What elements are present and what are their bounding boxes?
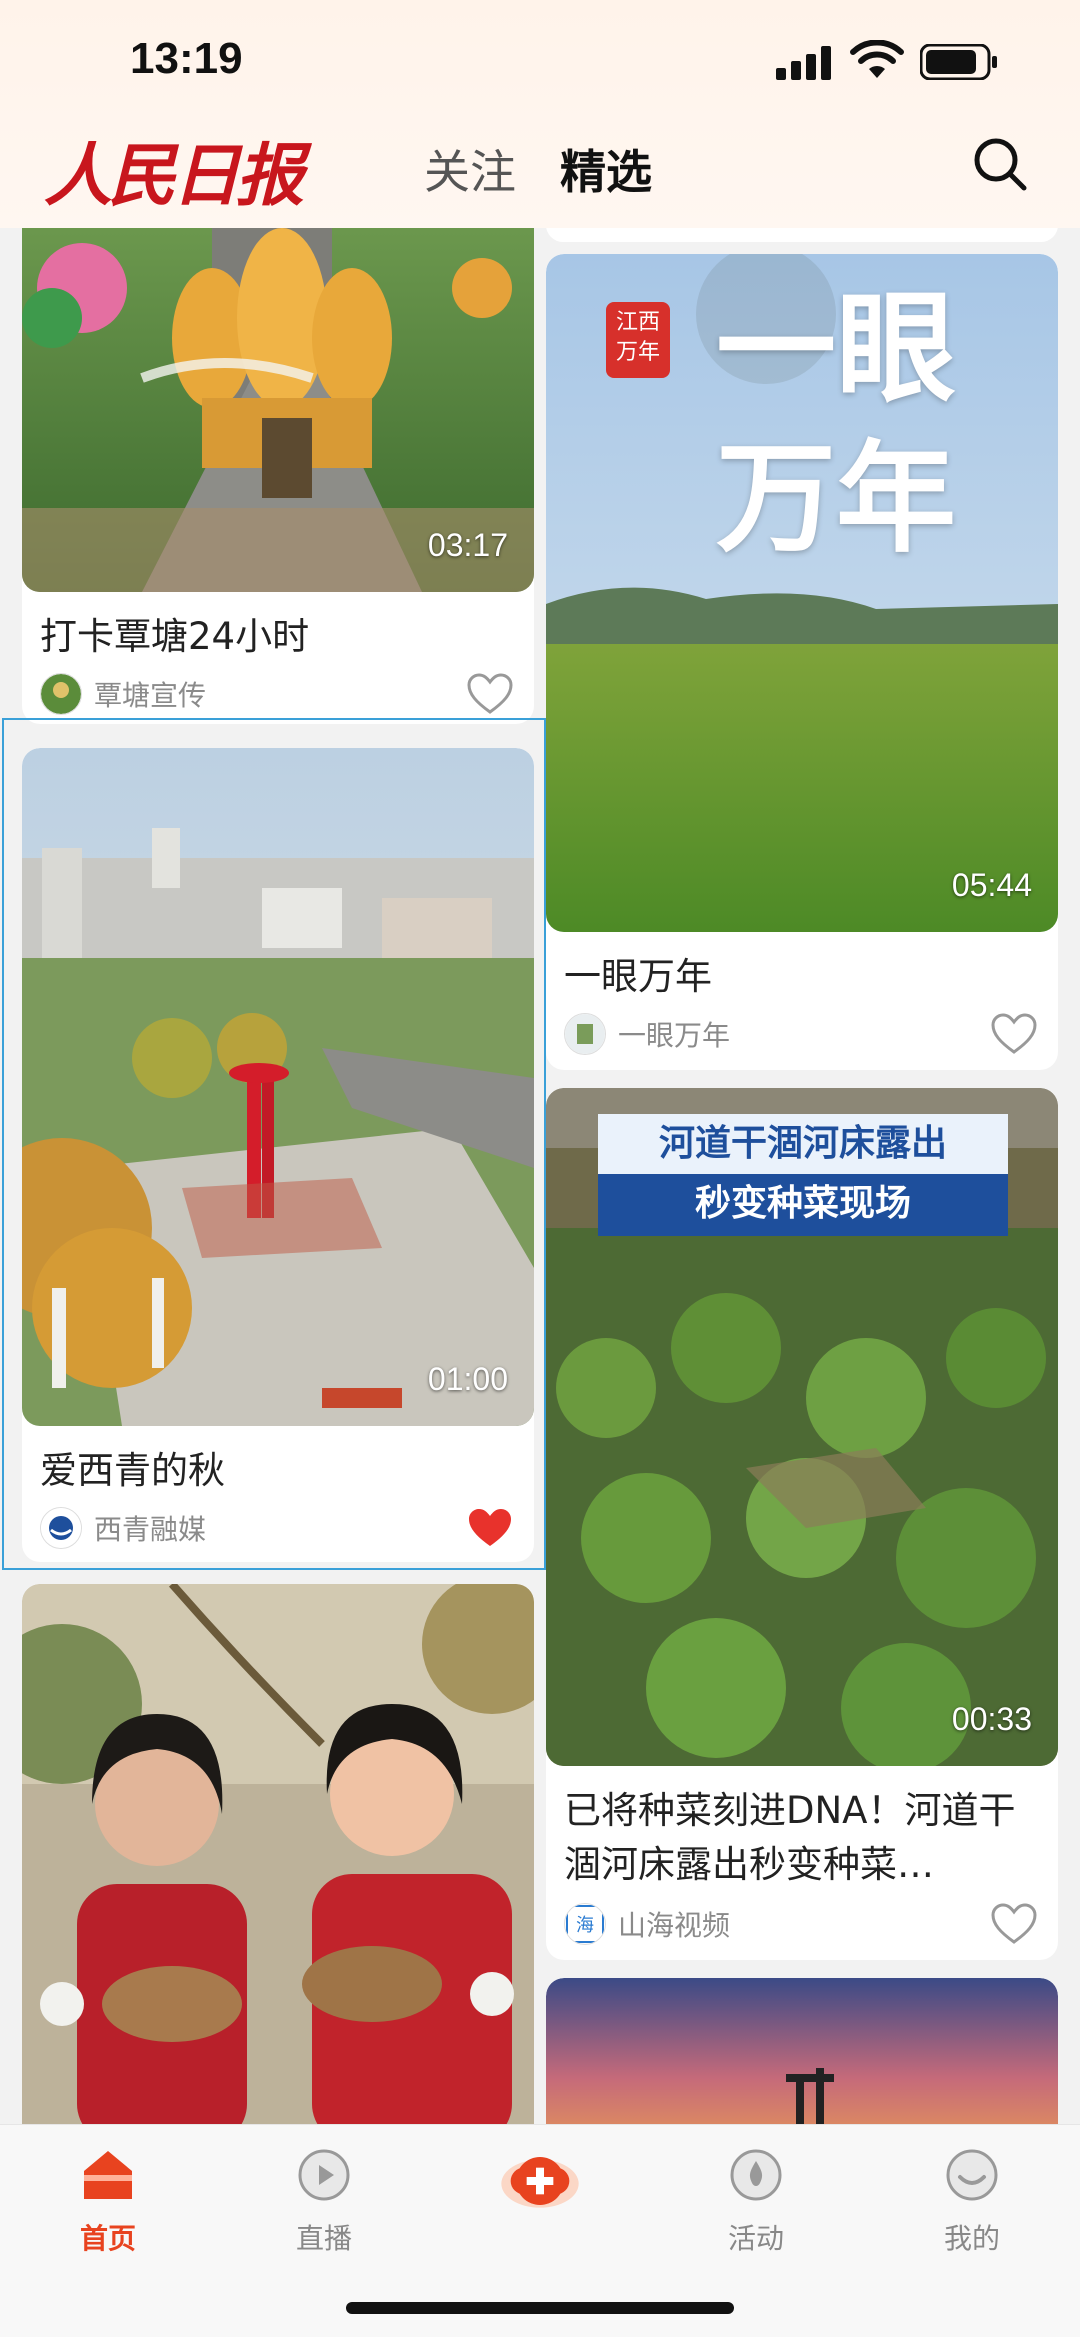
source-avatar (40, 673, 82, 715)
source-avatar: 海 (564, 1903, 606, 1945)
video-source[interactable]: 一眼万年 (564, 1012, 730, 1056)
source-name: 山海视频 (618, 1909, 731, 1942)
create-plus-icon (501, 2157, 579, 2208)
video-duration: 01:00 (427, 1361, 508, 1397)
video-card[interactable]: 河道干涸河床露出 秒变种菜现场 00:33 已将种菜刻进DNA！河道干涸河床露出… (546, 1088, 1058, 1960)
wifi-icon (850, 40, 904, 78)
video-card[interactable] (22, 1584, 534, 2124)
nav-activity[interactable]: 活动 (686, 2145, 826, 2257)
video-card[interactable]: 03:17 打卡覃塘24小时 覃塘宣传 (22, 228, 534, 724)
video-source[interactable]: 海 山海视频 (564, 1902, 730, 1946)
tab-follow[interactable]: 关注 (424, 136, 516, 202)
nav-home-label: 首页 (79, 2222, 136, 2255)
home-indicator[interactable] (346, 2302, 734, 2314)
video-thumbnail[interactable] (22, 1584, 534, 2124)
nav-activity-label: 活动 (727, 2222, 784, 2255)
video-card[interactable]: 01:00 爱西青的秋 西青融媒 (22, 748, 534, 1562)
nav-profile[interactable]: 我的 (902, 2145, 1042, 2257)
video-thumbnail[interactable]: 01:00 (22, 748, 534, 1426)
like-heart-filled-icon[interactable] (466, 1506, 514, 1550)
signal-icon (776, 46, 831, 80)
video-title: 打卡覃塘24小时 (40, 615, 310, 658)
like-heart-icon[interactable] (990, 1902, 1038, 1946)
nav-live-label: 直播 (295, 2222, 352, 2255)
video-thumbnail[interactable] (546, 1978, 1058, 2124)
nav-live[interactable]: 直播 (254, 2145, 394, 2257)
live-icon (298, 2149, 350, 2201)
nav-profile-label: 我的 (943, 2222, 1000, 2255)
video-title: 已将种菜刻进DNA！河道干涸河床露出秒变种菜… (564, 1789, 1016, 1886)
source-avatar (40, 1507, 82, 1549)
video-thumbnail[interactable]: 河道干涸河床露出 秒变种菜现场 00:33 (546, 1088, 1058, 1766)
video-duration: 03:17 (427, 527, 508, 563)
top-header: 人民日报 关注 精选 (0, 120, 1080, 228)
thumbnail-image (22, 1584, 534, 2124)
video-feed[interactable]: 03:17 打卡覃塘24小时 覃塘宣传 01:00 爱西青的秋 西青融媒 一眼万… (0, 228, 1080, 2124)
source-avatar (564, 1013, 606, 1055)
home-icon (84, 2151, 132, 2199)
video-thumbnail[interactable]: 03:17 (22, 228, 534, 592)
like-heart-icon[interactable] (466, 672, 514, 716)
thumbnail-image (22, 748, 534, 1426)
thumbnail-image (546, 1978, 1058, 2124)
overlay-calligraphy: 一眼万年 (716, 278, 956, 569)
video-duration: 05:44 (951, 867, 1032, 903)
nav-create[interactable] (470, 2145, 610, 2225)
video-source[interactable]: 覃塘宣传 (40, 672, 206, 716)
activity-icon (730, 2149, 782, 2201)
like-heart-icon[interactable] (990, 1012, 1038, 1056)
svg-text:海: 海 (576, 1915, 594, 1936)
app-logo: 人民日报 (44, 136, 304, 216)
source-name: 覃塘宣传 (94, 679, 207, 712)
video-thumbnail[interactable]: 一眼万年 江西万年 05:44 (546, 254, 1058, 932)
video-title: 爱西青的秋 (40, 1449, 225, 1492)
source-name: 西青融媒 (94, 1513, 207, 1546)
search-icon[interactable] (970, 134, 1030, 194)
nav-home[interactable]: 首页 (38, 2145, 178, 2257)
profile-icon (946, 2149, 998, 2201)
watermark-badge-text: 江西万年 (615, 310, 660, 365)
video-duration: 00:33 (951, 1701, 1032, 1737)
status-time: 13:19 (130, 34, 243, 83)
banner-line-2: 秒变种菜现场 (694, 1183, 911, 1224)
video-card[interactable] (546, 1978, 1058, 2124)
video-card[interactable]: 一眼万年 江西万年 05:44 一眼万年 一眼万年 (546, 254, 1058, 1070)
video-title: 一眼万年 (564, 955, 712, 998)
tab-featured[interactable]: 精选 (560, 136, 652, 202)
source-name: 一眼万年 (618, 1019, 731, 1052)
status-bar: 13:19 (0, 0, 1080, 120)
video-card[interactable] (546, 228, 1058, 242)
battery-icon (920, 44, 997, 80)
video-source[interactable]: 西青融媒 (40, 1506, 206, 1550)
banner-line-1: 河道干涸河床露出 (658, 1123, 947, 1164)
